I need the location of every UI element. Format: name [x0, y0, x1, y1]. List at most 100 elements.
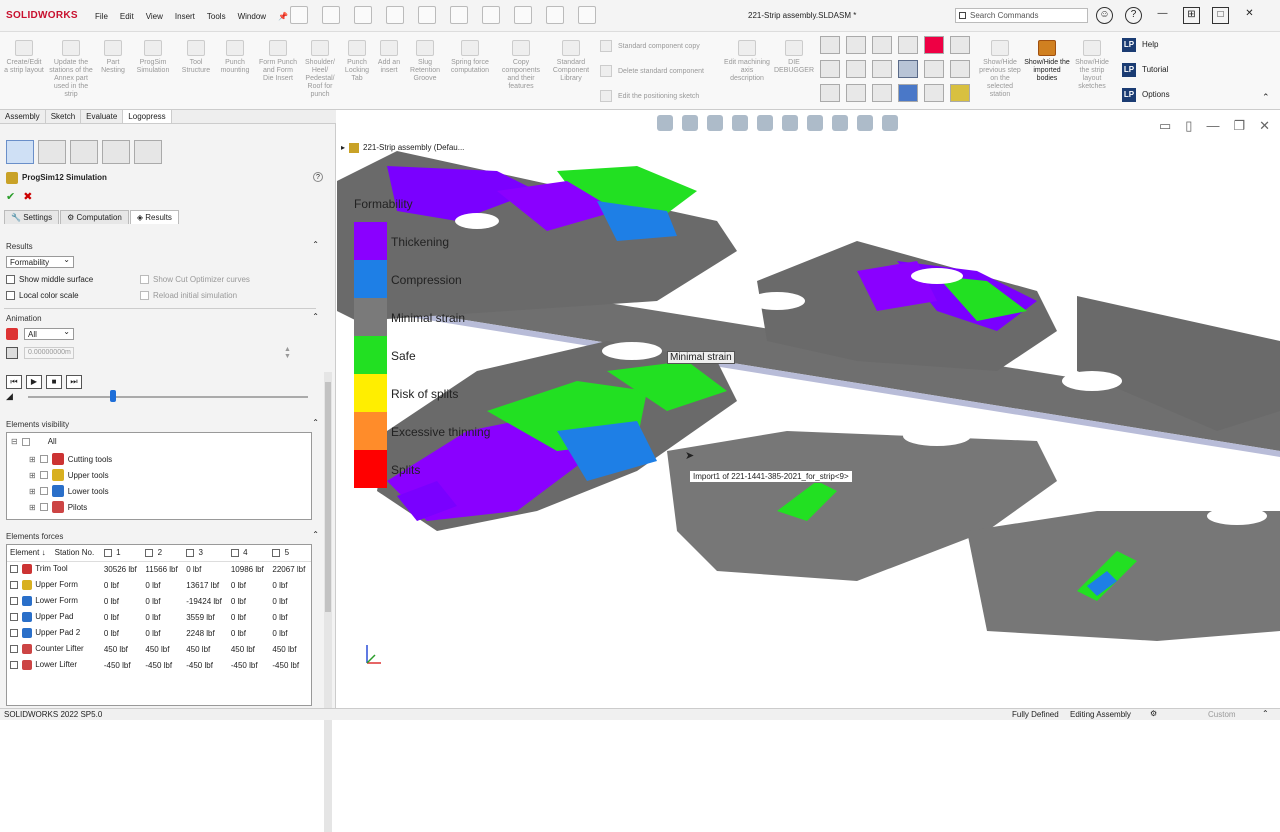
animation-collapse-icon[interactable]: ⌃	[312, 312, 319, 321]
menu-edit[interactable]: Edit	[120, 12, 134, 21]
visibility-section-header[interactable]: Elements visibility	[6, 420, 69, 429]
checkbox-icon[interactable]	[39, 471, 48, 479]
tile-icon[interactable]: ▭	[1159, 118, 1171, 134]
column-header-4[interactable]: 4	[227, 545, 270, 562]
user-account-icon[interactable]: ☺	[1096, 7, 1113, 24]
show-hide-previous-button[interactable]: Show/Hide previous step on the selected …	[978, 40, 1022, 99]
rewind-icon[interactable]: ⏮	[6, 375, 22, 389]
maximize-icon[interactable]: □	[1212, 7, 1229, 24]
tool-icon-13[interactable]	[820, 84, 840, 102]
table-row[interactable]: Upper Form 0 lbf 0 lbf 13617 lbf 0 lbf 0 lbf	[7, 577, 311, 593]
collapse-icon[interactable]: ⊟	[11, 437, 18, 446]
panel-scrollbar[interactable]	[324, 372, 332, 832]
tree-item-pilots[interactable]: ⊞ Pilots	[29, 501, 87, 513]
tool-icon-14[interactable]	[846, 84, 866, 102]
panel-help-icon[interactable]: ?	[313, 172, 323, 182]
show-middle-checkbox[interactable]: Show middle surface	[6, 275, 93, 284]
color-grid-icon[interactable]	[924, 36, 944, 54]
edit-machining-button[interactable]: Edit machining axis description	[724, 40, 770, 83]
column-checkbox[interactable]	[272, 549, 281, 558]
tool-icon-16[interactable]	[898, 84, 918, 102]
row-checkbox[interactable]	[10, 565, 18, 574]
menu-tools[interactable]: Tools	[207, 12, 226, 21]
expand-icon[interactable]: ⊞	[29, 455, 36, 464]
tool-icon-1[interactable]	[820, 36, 840, 54]
column-checkbox[interactable]	[186, 549, 195, 558]
play-icon[interactable]: ▶	[26, 375, 42, 389]
display-style-icon[interactable]	[782, 115, 798, 131]
minimize-icon[interactable]: —	[1154, 7, 1171, 24]
configuration-manager-icon[interactable]	[70, 140, 98, 164]
zoom-to-fit-icon[interactable]	[657, 115, 673, 131]
expand-arrow-icon[interactable]: ▸	[341, 143, 345, 152]
ok-check-icon[interactable]: ✔	[6, 191, 15, 203]
checkbox-icon[interactable]	[21, 437, 30, 446]
property-manager-icon[interactable]	[38, 140, 66, 164]
zoom-area-icon[interactable]	[682, 115, 698, 131]
shoulder-heel-button[interactable]: Shoulder/ Heel/ Pedestal/ Roof for punch	[300, 40, 340, 99]
search-commands-input[interactable]: Search Commands	[955, 8, 1088, 23]
help-link[interactable]: LP Help	[1122, 38, 1158, 52]
tool-icon-8[interactable]	[846, 60, 866, 78]
viewport-close-icon[interactable]: ✕	[1259, 118, 1270, 134]
tool-icon-3[interactable]	[872, 36, 892, 54]
rebuild-status-icon[interactable]: ⚙	[1150, 709, 1157, 718]
standard-library-button[interactable]: Standard Component Library	[550, 40, 592, 83]
hide-show-items-icon[interactable]	[807, 115, 823, 131]
show-hide-imported-button[interactable]: Show/Hide the imported bodies	[1024, 40, 1070, 83]
spring-force-button[interactable]: Spring force computation	[446, 40, 494, 75]
column-checkbox[interactable]	[145, 549, 154, 558]
expand-icon[interactable]: ⊞	[29, 503, 36, 512]
add-insert-button[interactable]: Add an insert	[374, 40, 404, 75]
expand-icon[interactable]: ⊞	[29, 471, 36, 480]
punch-mounting-button[interactable]: Punch mounting	[216, 40, 254, 75]
column-checkbox[interactable]	[230, 549, 239, 558]
units-selector[interactable]: Custom	[1208, 710, 1236, 719]
feature-manager-icon[interactable]	[6, 140, 34, 164]
viewport-restore-icon[interactable]: ❐	[1233, 118, 1245, 134]
checkbox-icon[interactable]	[39, 503, 48, 511]
previous-view-icon[interactable]	[707, 115, 723, 131]
tool-icon-11[interactable]	[924, 60, 944, 78]
slug-retention-button[interactable]: Slug Retention Groove	[406, 40, 444, 83]
tab-sketch[interactable]: Sketch	[46, 110, 82, 123]
subtab-computation[interactable]: ⚙ Computation	[60, 210, 129, 224]
restore-icon[interactable]: ⊞	[1183, 7, 1200, 24]
tool-structure-button[interactable]: Tool Structure	[178, 40, 214, 75]
row-checkbox[interactable]	[10, 581, 18, 589]
tree-item-upper[interactable]: ⊞ Upper tools	[29, 469, 109, 481]
checkbox-icon[interactable]	[39, 487, 48, 495]
standard-copy-button[interactable]: Standard component copy	[600, 40, 700, 52]
local-color-checkbox[interactable]: Local color scale	[6, 291, 79, 300]
tool-icon-18[interactable]	[950, 84, 970, 102]
tree-item-lower[interactable]: ⊞ Lower tools	[29, 485, 109, 497]
copy-components-button[interactable]: Copy components and their features	[498, 40, 544, 91]
tab-evaluate[interactable]: Evaluate	[81, 110, 124, 123]
form-punch-button[interactable]: Form Punch and Form Die Insert	[258, 40, 298, 83]
status-menu-icon[interactable]: ⌃	[1262, 709, 1269, 718]
results-section-header[interactable]: Results	[6, 242, 33, 251]
tool-icon-7[interactable]	[820, 60, 840, 78]
view-settings-icon[interactable]	[882, 115, 898, 131]
tree-item-cutting[interactable]: ⊞ Cutting tools	[29, 453, 112, 465]
row-checkbox[interactable]	[10, 613, 18, 621]
tab-logopress[interactable]: Logopress	[123, 110, 172, 123]
column-header-3[interactable]: 3	[183, 545, 228, 562]
close-icon[interactable]: ✕	[1241, 7, 1258, 24]
edit-appearance-icon[interactable]	[832, 115, 848, 131]
checkbox-icon[interactable]	[39, 455, 48, 463]
die-debugger-button[interactable]: DIE DEBUGGER	[772, 40, 816, 75]
tutorial-link[interactable]: LP Tutorial	[1122, 63, 1168, 77]
options-gear-icon[interactable]	[578, 6, 596, 24]
menu-file[interactable]: File	[95, 12, 108, 21]
column-checkbox[interactable]	[103, 549, 112, 558]
subtab-results[interactable]: ◈ Results	[129, 210, 179, 224]
tool-icon-17[interactable]	[924, 84, 944, 102]
cancel-x-icon[interactable]: ✖	[23, 191, 32, 203]
tool-icon-6[interactable]	[950, 36, 970, 54]
row-checkbox[interactable]	[10, 661, 18, 669]
view-orientation-icon[interactable]	[757, 115, 773, 131]
column-header-2[interactable]: 2	[142, 545, 184, 562]
menu-insert[interactable]: Insert	[175, 12, 195, 21]
scrollbar-thumb[interactable]	[325, 382, 331, 612]
